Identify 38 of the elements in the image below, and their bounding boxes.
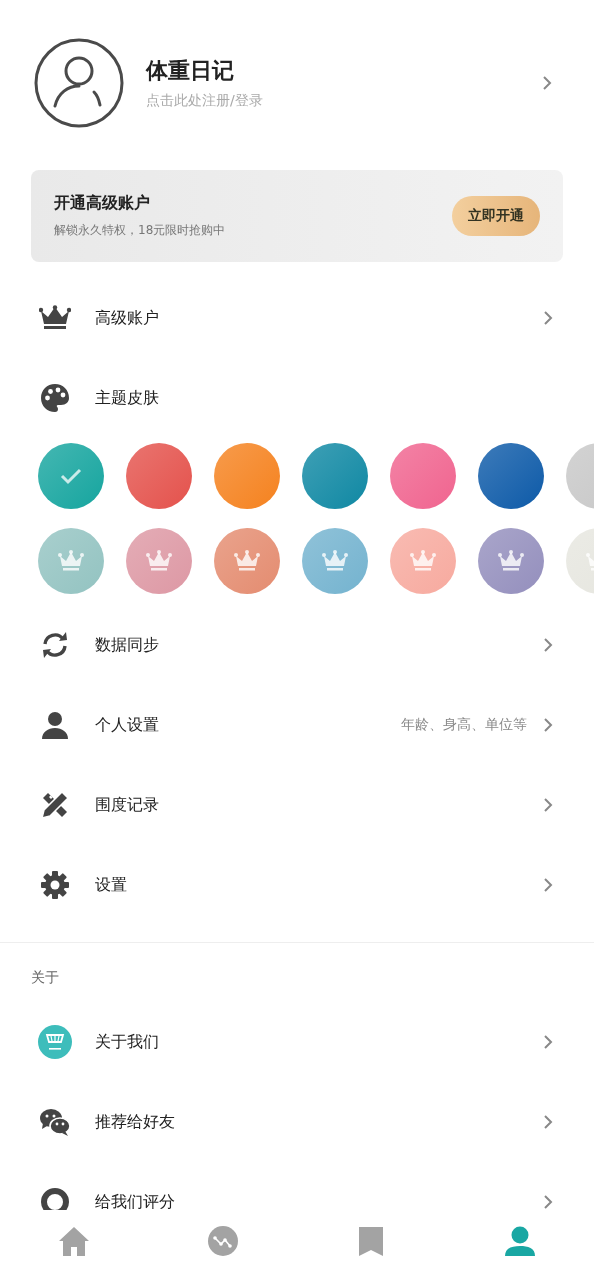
menu-label[interactable]: 给我们评分 <box>95 1191 543 1210</box>
menu-label[interactable]: 设置 <box>95 874 543 896</box>
menu-label[interactable]: 关于我们 <box>95 1031 543 1053</box>
premium-description: 解锁永久特权，18元限时抢购中 <box>54 222 227 239</box>
gear-icon <box>40 870 70 900</box>
sync-icon <box>41 632 69 658</box>
profile-icon[interactable] <box>503 1226 536 1256</box>
section-heading: 关于 <box>31 969 59 985</box>
pencil-ruler-icon <box>40 790 70 820</box>
palette-icon <box>40 383 70 413</box>
crown-icon <box>322 549 348 573</box>
premium-card[interactable]: 开通高级账户 解锁永久特权，18元限时抢购中 立即开通 <box>31 170 563 262</box>
avatar-icon[interactable] <box>34 38 124 128</box>
activate-button[interactable]: 立即开通 <box>452 196 540 236</box>
ring-icon <box>40 1187 70 1210</box>
premium-title: 开通高级账户 <box>54 193 151 214</box>
menu-label[interactable]: 主题皮肤 <box>95 387 556 409</box>
chart-icon[interactable] <box>207 1226 238 1256</box>
crown-icon <box>410 549 436 573</box>
chevron-right-icon <box>542 75 552 91</box>
bookmark-icon[interactable] <box>358 1226 385 1256</box>
person-icon <box>41 711 69 739</box>
menu-label[interactable]: 数据同步 <box>95 634 543 656</box>
check-icon <box>59 467 83 485</box>
scale-logo-icon <box>38 1025 72 1059</box>
menu-label[interactable]: 推荐给好友 <box>95 1111 543 1133</box>
menu-label[interactable]: 个人设置 <box>95 714 401 736</box>
crown-icon <box>146 549 172 573</box>
menu-detail: 年龄、身高、单位等 <box>401 716 527 734</box>
crown-icon <box>58 549 84 573</box>
app-title: 体重日记 <box>146 57 235 85</box>
crown-icon <box>39 305 71 331</box>
menu-label[interactable]: 围度记录 <box>95 794 543 816</box>
chat-bubbles-icon <box>39 1108 71 1136</box>
crown-icon <box>234 549 260 573</box>
home-icon[interactable] <box>58 1226 91 1256</box>
menu-label[interactable]: 高级账户 <box>95 307 543 329</box>
crown-icon <box>498 549 524 573</box>
